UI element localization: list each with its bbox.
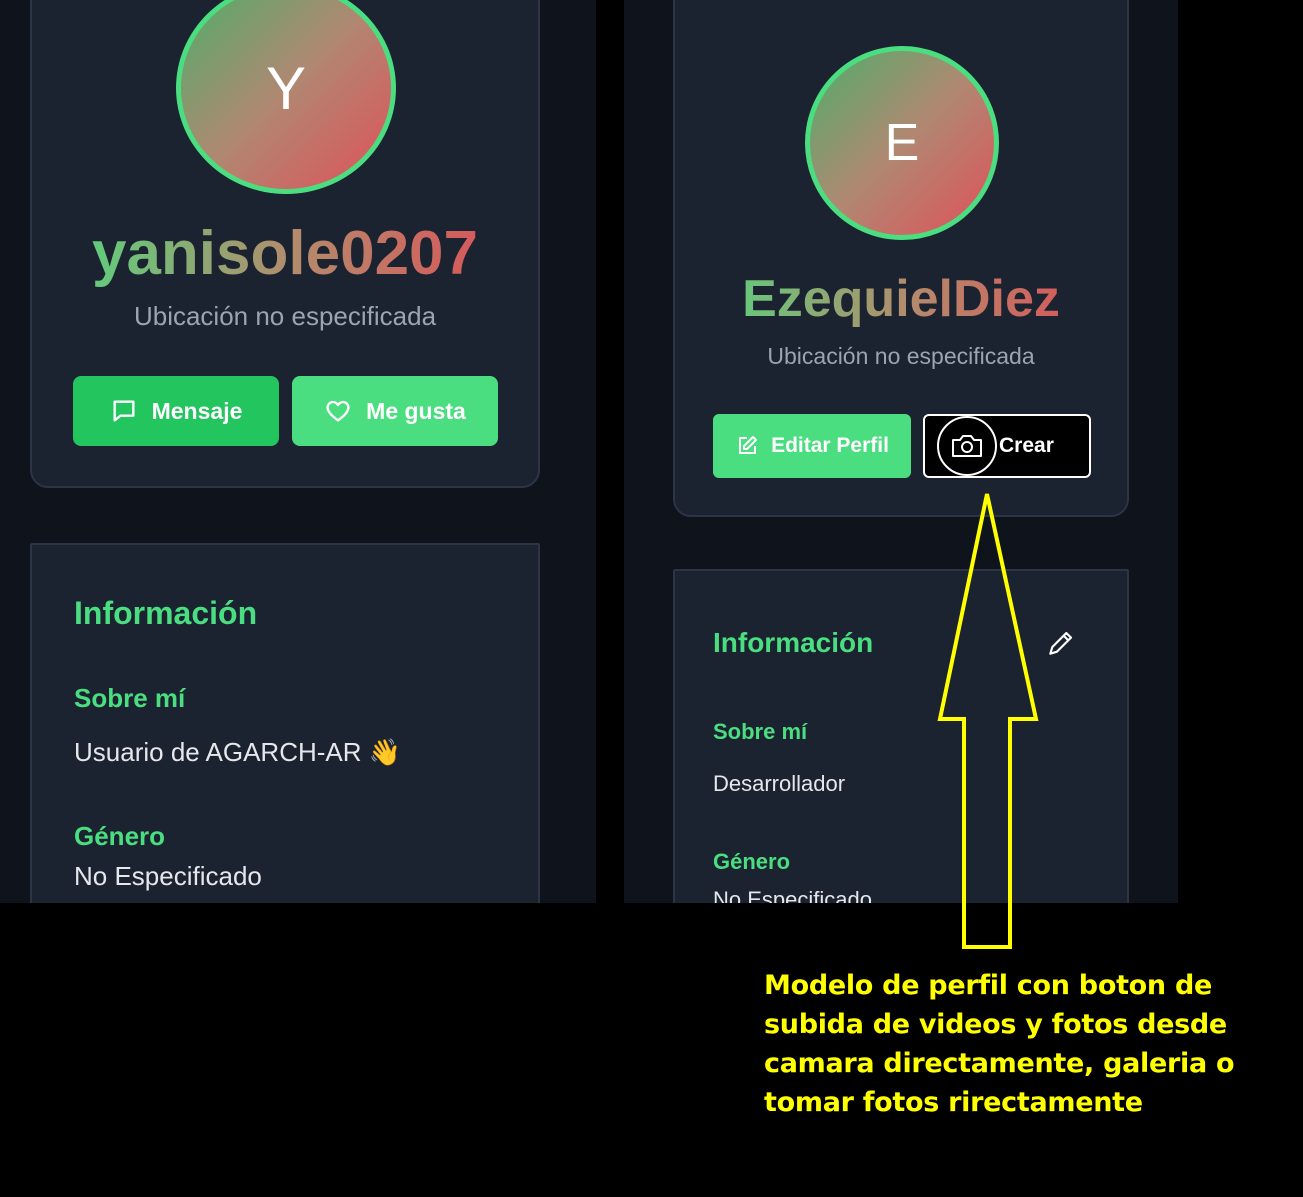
gender-label: Género: [713, 849, 791, 874]
location-text: Ubicación no especificada: [133, 301, 437, 331]
edit-profile-label: Editar Perfil: [771, 434, 889, 457]
camera-icon-ring: [937, 416, 997, 476]
like-button-label: Me gusta: [366, 397, 466, 424]
info-card: Información Sobre mí Usuario de AGARCH-A…: [30, 543, 540, 903]
pencil-icon[interactable]: [1045, 627, 1077, 659]
info-section-title: Información: [74, 595, 258, 631]
edit-profile-button[interactable]: Editar Perfil: [713, 414, 911, 478]
edit-square-icon: [739, 436, 758, 454]
left-profile-screen: Y yanisole0207 Ubicación no especificada…: [0, 0, 596, 903]
create-button[interactable]: Crear: [923, 414, 1091, 478]
avatar-initial: E: [884, 114, 920, 172]
chat-bubble-icon: [113, 400, 135, 422]
profile-card: Y yanisole0207 Ubicación no especificada…: [30, 0, 540, 488]
about-label: Sobre mí: [74, 683, 186, 713]
annotation-line: camara directamente, galeria o: [764, 1048, 1235, 1079]
camera-icon: [952, 435, 982, 457]
gender-label: Género: [74, 821, 166, 851]
message-button[interactable]: Mensaje: [73, 376, 279, 446]
annotation-line: subida de videos y fotos desde: [764, 1009, 1227, 1040]
message-button-label: Mensaje: [151, 397, 243, 424]
like-button[interactable]: Me gusta: [292, 376, 498, 446]
about-value: Desarrollador: [713, 771, 846, 796]
annotation-line: Modelo de perfil con boton de: [764, 970, 1212, 1001]
username: yanisole0207: [32, 218, 538, 290]
info-section-title: Información: [713, 627, 874, 658]
about-label: Sobre mí: [713, 719, 808, 744]
right-profile-screen: E EzequielDiez Ubicación no especificada…: [624, 0, 1178, 903]
avatar-initial: Y: [265, 54, 307, 122]
profile-card: E EzequielDiez Ubicación no especificada…: [673, 0, 1129, 517]
annotation-line: tomar fotos rirectamente: [764, 1087, 1143, 1118]
location-text: Ubicación no especificada: [767, 343, 1035, 369]
info-card: Información Sobre mí Desarrollador Géner…: [673, 569, 1129, 903]
gender-value: No Especificado: [713, 887, 872, 903]
annotation-text: Modelo de perfil con boton de subida de …: [764, 966, 1235, 1122]
about-value: Usuario de AGARCH-AR 👋: [74, 737, 402, 767]
heart-icon: [326, 400, 350, 422]
create-button-label: Crear: [999, 434, 1054, 457]
avatar[interactable]: Y: [176, 0, 396, 194]
username: EzequielDiez: [675, 268, 1127, 330]
avatar[interactable]: E: [805, 46, 999, 240]
gender-value: No Especificado: [74, 861, 262, 891]
